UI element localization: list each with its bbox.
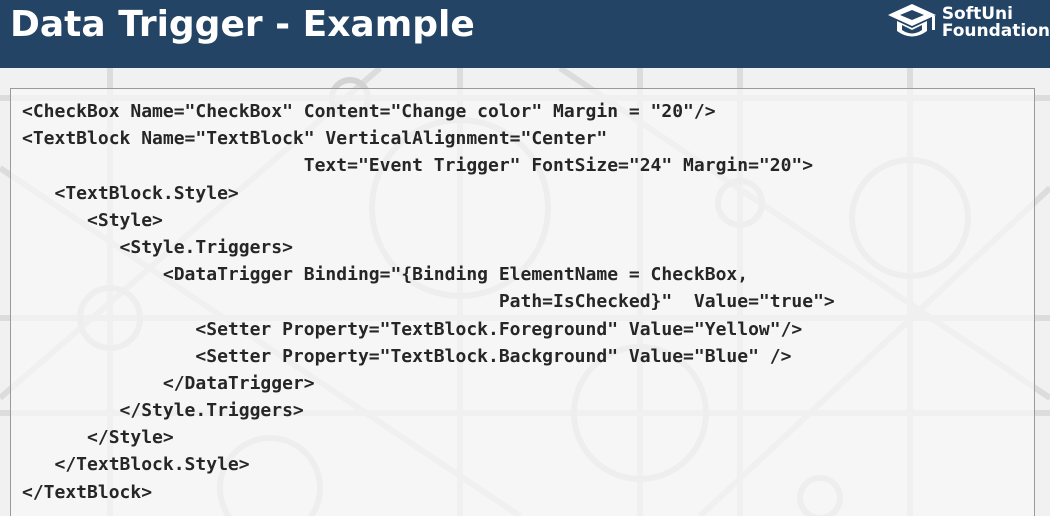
code-line: Path=IsChecked}" Value="true">: [22, 291, 835, 313]
code-line: <Setter Property="TextBlock.Foreground" …: [22, 318, 803, 340]
code-line: <Style.Triggers>: [22, 236, 293, 258]
code-line: <TextBlock.Style>: [22, 182, 239, 204]
code-line: </DataTrigger>: [22, 372, 315, 394]
code-line: <TextBlock Name="TextBlock" VerticalAlig…: [22, 128, 608, 150]
code-line: <Style>: [22, 209, 163, 231]
code-line: </TextBlock>: [22, 481, 153, 503]
code-line: </Style.Triggers>: [22, 400, 304, 422]
code-line: </Style>: [22, 427, 174, 449]
code-line: </TextBlock.Style>: [22, 454, 250, 476]
logo-text: SoftUni Foundation: [942, 6, 1050, 40]
code-line: <Setter Property="TextBlock.Background" …: [22, 345, 792, 367]
code-line: <CheckBox Name="CheckBox" Content="Chang…: [22, 101, 716, 122]
logo-text-line2: Foundation: [941, 21, 1050, 41]
slide-body: <CheckBox Name="CheckBox" Content="Chang…: [0, 68, 1050, 516]
code-block: <CheckBox Name="CheckBox" Content="Chang…: [10, 88, 1035, 516]
slide-header: Data Trigger - Example SoftUni Foundatio…: [0, 0, 1050, 68]
code-listing: <CheckBox Name="CheckBox" Content="Chang…: [22, 98, 835, 506]
slide-title: Data Trigger - Example: [10, 4, 475, 45]
code-line: <DataTrigger Binding="{Binding ElementNa…: [22, 264, 749, 286]
graduation-cap-icon: [887, 4, 936, 37]
softuni-foundation-logo: SoftUni Foundation: [884, 0, 1050, 46]
code-line: Text="Event Trigger" FontSize="24" Margi…: [22, 155, 814, 177]
